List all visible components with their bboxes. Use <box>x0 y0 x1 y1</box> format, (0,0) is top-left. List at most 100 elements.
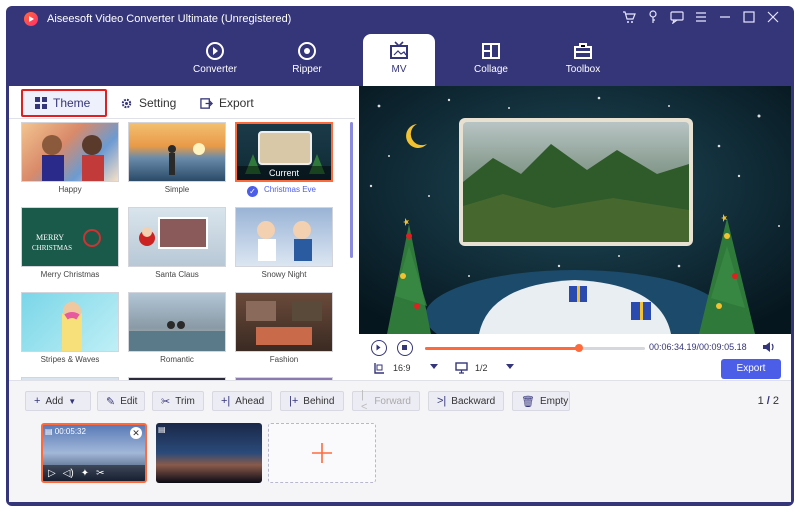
subtab-export[interactable]: Export <box>200 92 254 114</box>
film-icon: ▤ <box>158 425 166 434</box>
empty-label: Empty <box>539 395 569 407</box>
edit-icon: ✎ <box>106 395 116 408</box>
progress-bar[interactable] <box>425 344 645 352</box>
collage-icon <box>482 43 500 59</box>
backward-label: Backward <box>451 395 496 407</box>
volume-icon[interactable]: ◁) <box>63 468 74 479</box>
theme-label: Snowy Night <box>261 270 307 279</box>
stop-button[interactable] <box>397 340 413 356</box>
theme-thumbnail-fashion[interactable] <box>235 292 333 352</box>
forward-icon: |< <box>361 389 368 413</box>
theme-thumbnail-stripes-waves[interactable] <box>21 292 119 352</box>
app-window: Aiseesoft Video Converter Ultimate (Unre… <box>6 6 794 506</box>
time-display: 00:06:34.19/00:09:05.18 <box>649 342 747 352</box>
ahead-button[interactable]: +| Ahead <box>212 391 272 411</box>
theme-thumbnail-merry-christmas[interactable]: MERRY CHRISTMAS <box>21 207 119 267</box>
page-separator: / <box>766 395 770 407</box>
grid-icon <box>35 97 47 109</box>
add-button[interactable]: + Add ▼ <box>25 391 91 411</box>
theme-thumbnail-happy[interactable] <box>21 122 119 182</box>
scissors-icon[interactable]: ✂ <box>96 468 104 479</box>
play-icon <box>376 344 381 351</box>
theme-scrollbar[interactable] <box>350 122 353 258</box>
theme-thumbnail-romantic[interactable] <box>128 292 226 352</box>
mv-icon <box>390 41 408 59</box>
stop-icon <box>402 345 407 350</box>
theme-grid: Happy Simple Current ✓ Christmas Eve MER… <box>21 122 343 380</box>
trim-label: Trim <box>175 395 195 407</box>
empty-button[interactable]: 🗑 Empty <box>512 391 570 411</box>
gear-icon <box>121 98 132 108</box>
maximize-icon[interactable] <box>740 10 758 28</box>
cart-icon[interactable] <box>620 10 638 28</box>
aspect-dropdown-icon[interactable] <box>430 364 438 369</box>
behind-label: Behind <box>303 395 335 407</box>
subtab-theme[interactable]: Theme <box>35 92 90 114</box>
forward-label: Forward <box>374 395 411 407</box>
preview-page-value[interactable]: 1/2 <box>475 363 488 373</box>
tab-ripper[interactable]: Ripper <box>271 34 343 86</box>
main-nav: Converter Ripper MV Collage Toolbox <box>6 32 794 86</box>
theme-thumbnail-snowy-night[interactable] <box>235 207 333 267</box>
minimize-icon[interactable] <box>716 10 734 28</box>
tab-mv[interactable]: MV <box>363 34 435 86</box>
svg-text:CHRISTMAS: CHRISTMAS <box>32 244 72 252</box>
trash-icon: 🗑 <box>521 395 535 408</box>
add-clip-button[interactable] <box>268 423 376 483</box>
page-current: 1 <box>757 395 764 407</box>
play-icon[interactable]: ▷ <box>48 468 56 479</box>
forward-button[interactable]: |< Forward <box>352 389 420 413</box>
theme-label: Merry Christmas <box>40 270 100 279</box>
clip-thumbnail-1[interactable]: ▤ 00:05:32 ✕ ▷ ◁) ✦ ✂ <box>41 423 147 483</box>
aspect-ratio-icon <box>373 362 385 377</box>
trim-button[interactable]: ✂ Trim <box>152 391 204 411</box>
merry-christmas-graphic-text: MERRY <box>36 233 64 242</box>
remove-clip-icon[interactable]: ✕ <box>130 427 142 439</box>
tab-label: Converter <box>193 64 237 75</box>
tab-label: Toolbox <box>565 64 601 75</box>
progress-fill <box>425 347 579 350</box>
current-label: Current <box>237 166 331 180</box>
tab-converter[interactable]: Converter <box>179 34 251 86</box>
key-icon[interactable] <box>644 10 662 28</box>
chevron-down-icon[interactable]: ▼ <box>68 397 76 406</box>
effect-icon[interactable]: ✦ <box>81 468 89 479</box>
player-controls: 00:06:34.19/00:09:05.18 16:9 1/2 Export <box>359 334 791 380</box>
theme-thumbnail-christmas-eve[interactable]: Current <box>235 122 333 182</box>
ahead-label: Ahead <box>235 395 265 407</box>
monitor-icon <box>455 362 468 377</box>
tab-collage[interactable]: Collage <box>455 34 527 86</box>
behind-icon: |+ <box>289 395 299 407</box>
backward-button[interactable]: >| Backward <box>428 391 504 411</box>
converter-icon <box>206 42 224 60</box>
play-button[interactable] <box>371 340 387 356</box>
divider <box>9 118 355 119</box>
tab-label: Collage <box>474 64 508 75</box>
ahead-icon: +| <box>221 395 231 407</box>
theme-panel: Theme Setting Export Happy Simple Curren… <box>9 86 355 380</box>
theme-label: Simple <box>164 185 190 194</box>
edit-label: Edit <box>120 395 138 407</box>
menu-icon[interactable] <box>692 10 710 28</box>
add-label: Add <box>45 395 64 407</box>
toolbox-icon <box>574 43 592 59</box>
edit-button[interactable]: ✎ Edit <box>97 391 145 411</box>
theme-label: Santa Claus <box>155 270 199 279</box>
close-icon[interactable] <box>764 10 782 28</box>
app-logo-icon <box>24 12 38 26</box>
progress-handle[interactable] <box>575 344 583 352</box>
tab-toolbox[interactable]: Toolbox <box>547 34 619 86</box>
subtab-setting[interactable]: Setting <box>120 92 176 114</box>
behind-button[interactable]: |+ Behind <box>280 391 344 411</box>
aspect-ratio-value[interactable]: 16:9 <box>393 363 411 373</box>
theme-thumbnail-santa-claus[interactable] <box>128 207 226 267</box>
volume-icon[interactable] <box>762 340 776 354</box>
clip-thumbnail-2[interactable]: ▤ <box>156 423 262 483</box>
theme-thumbnail-simple[interactable] <box>128 122 226 182</box>
subtab-label: Setting <box>139 96 177 110</box>
page-total: 2 <box>772 395 779 407</box>
page-dropdown-icon[interactable] <box>506 364 514 369</box>
video-preview <box>359 86 791 334</box>
chat-icon[interactable] <box>668 10 686 28</box>
export-button[interactable]: Export <box>721 359 781 379</box>
